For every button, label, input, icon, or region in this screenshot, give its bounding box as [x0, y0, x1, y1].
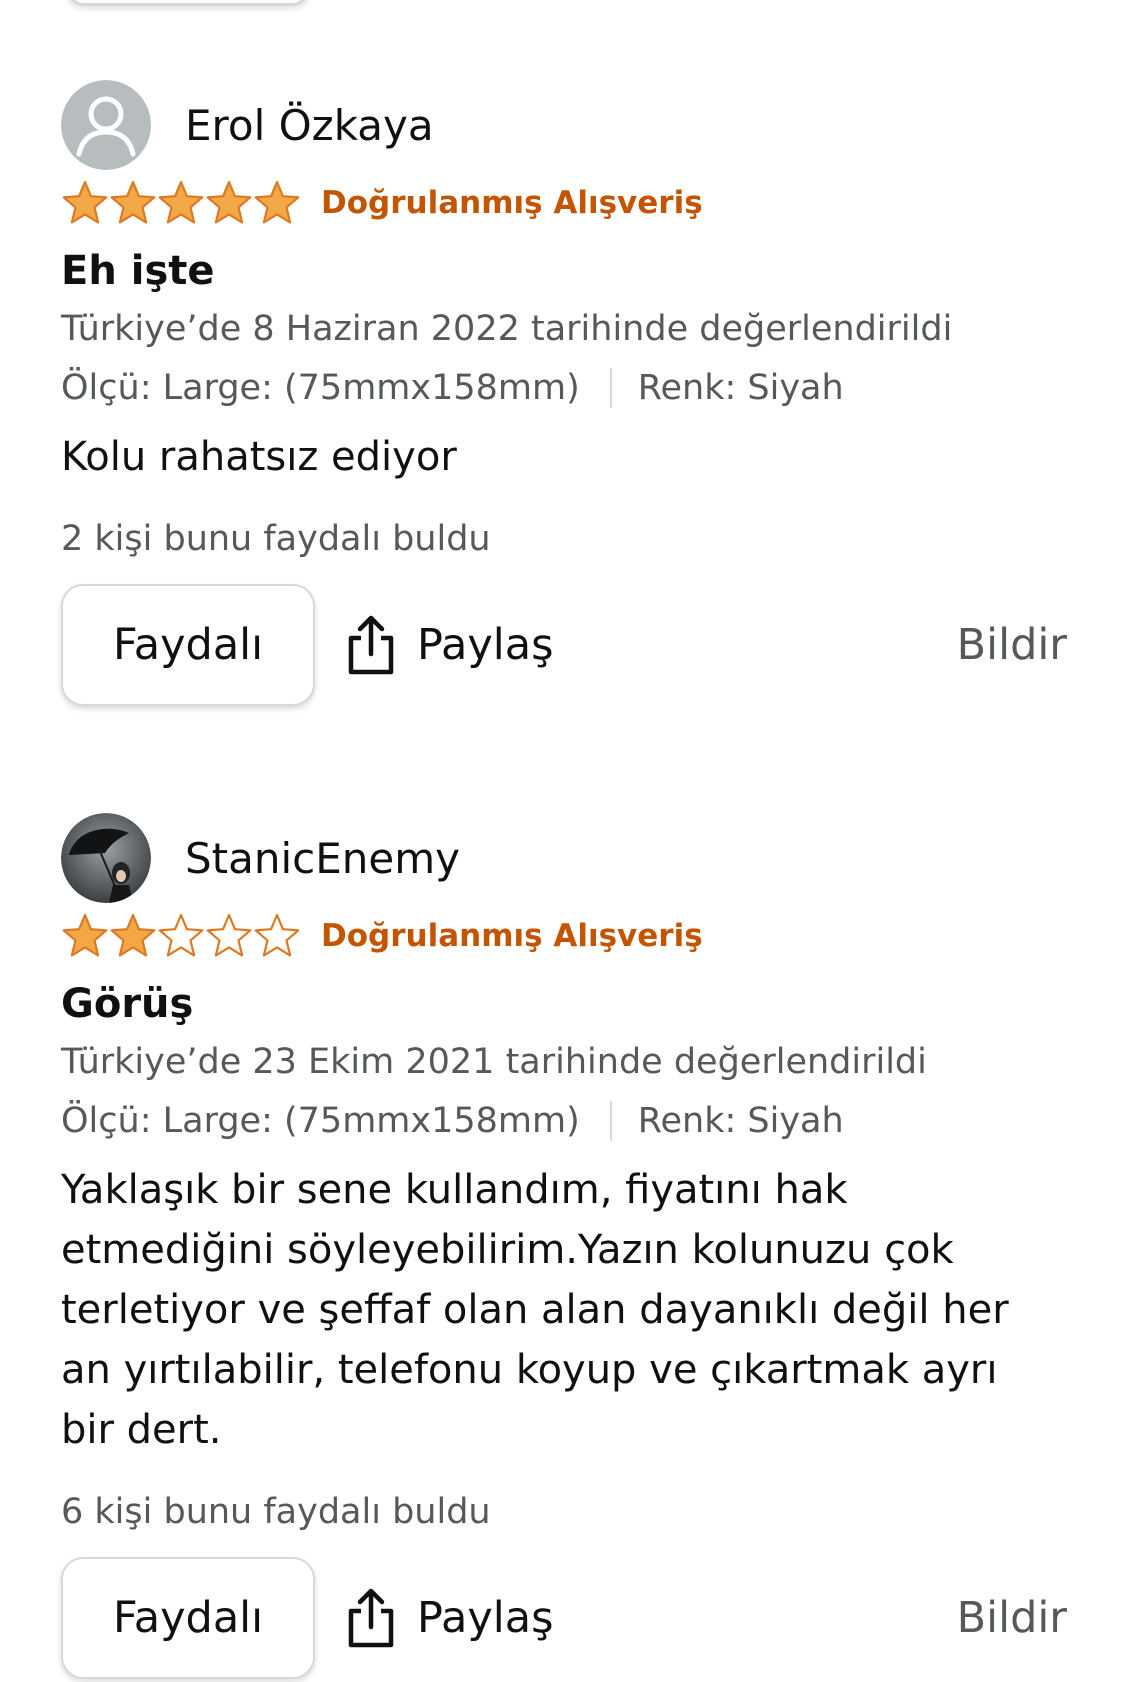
previous-helpful-button-edge[interactable]: [66, 0, 310, 6]
review-card: Erol Özkaya Doğrulanmış Alışveriş Eh işt…: [61, 80, 1071, 707]
variant-size: Ölçü: Large: (75mmx158mm): [61, 1101, 580, 1141]
reviewer-name[interactable]: Erol Özkaya: [185, 101, 434, 150]
umbrella-photo-avatar: [61, 813, 151, 903]
helpful-count: 6 kişi bunu faydalı buldu: [61, 1492, 491, 1532]
star-rating: [61, 912, 301, 960]
review-body: Kolu rahatsız ediyor: [61, 434, 457, 480]
share-button[interactable]: Paylaş: [345, 614, 554, 676]
review-title: Görüş: [61, 981, 194, 1027]
review-date: Türkiye’de 8 Haziran 2022 tarihinde değe…: [61, 309, 953, 349]
variant-size: Ölçü: Large: (75mmx158mm): [61, 368, 580, 408]
star-filled-icon: [62, 913, 108, 957]
star-empty-icon: [158, 913, 204, 957]
default-user-icon: [61, 80, 151, 170]
variant-divider: [609, 368, 612, 408]
star-empty-icon: [254, 913, 300, 957]
star-filled-icon: [110, 913, 156, 957]
star-filled-icon: [254, 180, 300, 224]
variant-divider: [609, 1101, 612, 1141]
review-body-line: etmediğini söyleyebilirim.Yazın kolunuzu…: [61, 1227, 954, 1273]
report-link[interactable]: Bildir: [957, 1593, 1067, 1643]
rating-row: Doğrulanmış Alışveriş: [61, 908, 1071, 964]
share-icon: [348, 615, 394, 675]
share-label: Paylaş: [417, 1593, 554, 1643]
share-button[interactable]: Paylaş: [345, 1587, 554, 1649]
review-body: Yaklaşık bir sene kullandım, fiyatını ha…: [61, 1160, 1071, 1460]
review-actions: Faydalı Paylaş Bildir: [61, 583, 1071, 707]
review-body-line: bir dert.: [61, 1407, 222, 1453]
verified-purchase-badge: Doğrulanmış Alışveriş: [321, 185, 703, 221]
review-actions: Faydalı Paylaş Bildir: [61, 1556, 1071, 1680]
reviewer-name[interactable]: StanicEnemy: [185, 834, 460, 883]
reviewer-profile[interactable]: Erol Özkaya: [61, 80, 1071, 170]
reviewer-profile[interactable]: StanicEnemy: [61, 813, 1071, 903]
share-icon: [348, 1588, 394, 1648]
helpful-count: 2 kişi bunu faydalı buldu: [61, 519, 491, 559]
variant-color: Renk: Siyah: [637, 368, 844, 408]
review-card: StanicEnemy Doğrulanmış Alışveriş Görüş …: [61, 813, 1071, 1680]
review-title: Eh işte: [61, 248, 215, 294]
helpful-button[interactable]: Faydalı: [61, 1557, 315, 1679]
star-filled-icon: [110, 180, 156, 224]
report-link[interactable]: Bildir: [957, 620, 1067, 670]
product-variant: Ölçü: Large: (75mmx158mm) Renk: Siyah: [61, 1098, 1071, 1144]
product-variant: Ölçü: Large: (75mmx158mm) Renk: Siyah: [61, 365, 1071, 411]
share-label: Paylaş: [417, 620, 554, 670]
helpful-button[interactable]: Faydalı: [61, 584, 315, 706]
review-body-line: an yırtılabilir, telefonu koyup ve çıkar…: [61, 1347, 998, 1393]
star-filled-icon: [62, 180, 108, 224]
review-body-line: terletiyor ve şeffaf olan alan dayanıklı…: [61, 1287, 1009, 1333]
verified-purchase-badge: Doğrulanmış Alışveriş: [321, 918, 703, 954]
star-filled-icon: [158, 180, 204, 224]
star-rating: [61, 179, 301, 227]
star-empty-icon: [206, 913, 252, 957]
review-body-line: Yaklaşık bir sene kullandım, fiyatını ha…: [61, 1167, 848, 1213]
star-filled-icon: [206, 180, 252, 224]
variant-color: Renk: Siyah: [637, 1101, 844, 1141]
review-date: Türkiye’de 23 Ekim 2021 tarihinde değerl…: [61, 1042, 927, 1082]
rating-row: Doğrulanmış Alışveriş: [61, 175, 1071, 231]
